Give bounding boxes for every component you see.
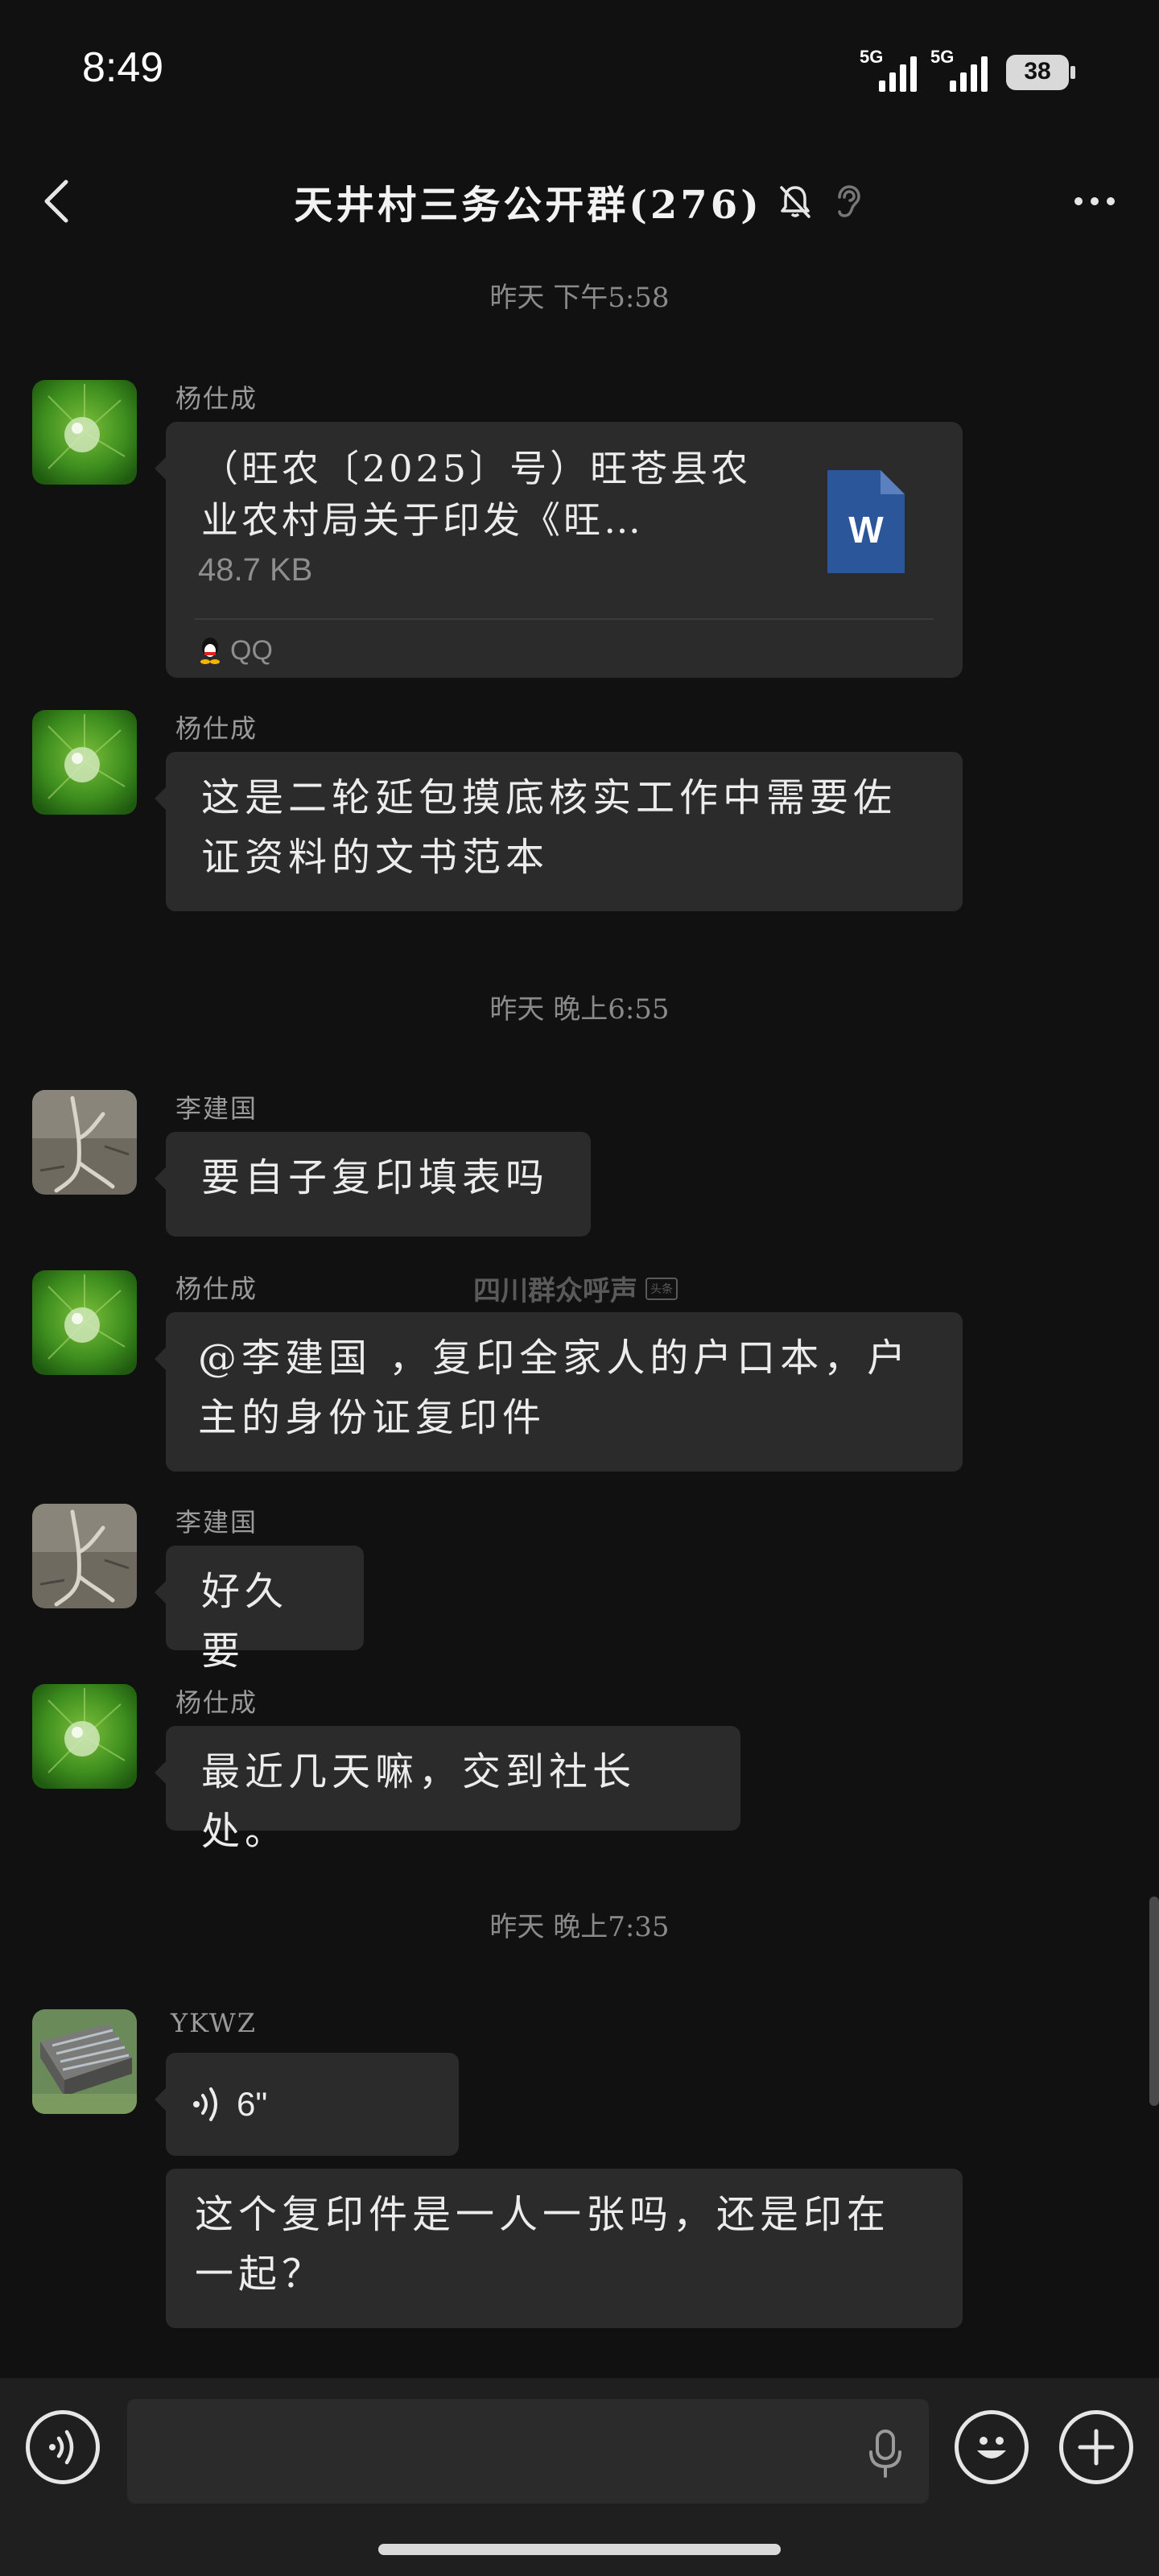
status-bar: 8:49 5G 5G 38 [0,0,1159,145]
message-input[interactable] [127,2399,852,2504]
ear-icon [838,185,860,217]
avatar[interactable] [32,1684,137,1789]
svg-text:W: W [848,509,884,551]
chat-title[interactable]: 天井村三务公开群(276) [294,173,762,229]
signal-icon: 5G [930,47,988,93]
file-name: （旺农〔2025〕号）旺苍县农业农村局关于印发《旺… [201,447,752,542]
divider [195,618,934,620]
voice-input-button[interactable] [26,2410,100,2484]
sender-name: 杨仕成 [175,713,258,744]
sender-name: YKWZ [171,2008,258,2038]
file-source: QQ [198,628,273,673]
plus-icon [1078,2429,1115,2466]
text-message[interactable]: 要自子复印填表吗 [155,1132,591,1236]
voice-wave-icon [193,2087,217,2121]
avatar[interactable] [32,1090,137,1195]
scrollbar[interactable] [1149,1897,1159,2106]
avatar[interactable] [32,710,137,815]
sender-name: 李建国 [175,1507,258,1538]
text-message[interactable]: 这是二轮延包摸底核实工作中需要佐证资料的文书范本 [155,752,963,911]
text-message[interactable]: 好久要 [155,1546,364,1674]
voice-duration: 6" [237,2085,268,2123]
sender-name: 杨仕成 [175,1274,258,1304]
battery-icon: 38 [1006,55,1075,90]
avatar[interactable] [32,380,137,485]
emoji-button[interactable] [955,2410,1029,2484]
smiley-icon [977,2437,1006,2458]
file-size: 48.7 KB [198,552,313,588]
avatar[interactable] [32,1504,137,1608]
timestamp: 昨天 晚上6:55 [489,993,670,1026]
more-icon [1074,197,1083,205]
qq-icon [200,638,220,664]
avatar[interactable] [32,2009,137,2114]
voice-message[interactable]: 6" [155,2053,459,2156]
timestamp: 昨天 晚上7:35 [489,1911,670,1943]
battery-level: 38 [1024,58,1051,85]
sender-name: 杨仕成 [175,1687,258,1718]
mic-icon[interactable] [866,2429,905,2478]
add-more-button[interactable] [1059,2410,1133,2484]
file-message[interactable]: （旺农〔2025〕号）旺苍县农业农村局关于印发《旺… 48.7 KB W QQ [155,422,963,678]
watermark: 四川群众呼声 头条 [473,1269,678,1308]
bell-muted-icon [780,186,810,218]
sender-name: 杨仕成 [175,383,258,414]
text-message[interactable]: 这个复印件是一人一张吗，还是印在一起？ [166,2169,963,2328]
timestamp: 昨天 下午5:58 [489,282,670,314]
text-message[interactable]: @李建国 ，复印全家人的户口本，户主的身份证复印件 [155,1312,963,1472]
message-input-box [127,2399,929,2504]
avatar[interactable] [32,1270,137,1375]
sender-name: 李建国 [175,1093,258,1124]
more-button[interactable] [1062,177,1127,225]
chat-header: 天井村三务公开群(276) [0,153,1159,250]
voice-wave-icon [49,2429,74,2465]
signal-icon: 5G [860,47,918,93]
word-file-icon: W [827,470,905,573]
home-indicator[interactable] [378,2544,781,2555]
status-time: 8:49 [82,44,164,91]
text-message[interactable]: 最近几天嘛，交到社长处。 [155,1726,740,1854]
file-source-label: QQ [230,634,273,666]
